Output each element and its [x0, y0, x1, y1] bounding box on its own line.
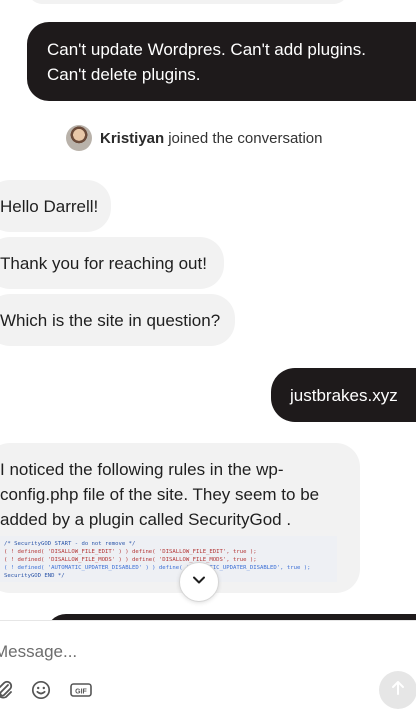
incoming-message: Hello Darrell!: [0, 180, 111, 232]
code-line: ( ! defined( 'AUTOMATIC_UPDATER_DISABLED…: [4, 565, 311, 571]
outgoing-message: justbrakes.xyz: [271, 368, 416, 422]
send-button[interactable]: [379, 671, 416, 709]
scroll-down-button[interactable]: [179, 562, 219, 602]
svg-text:GIF: GIF: [75, 688, 87, 695]
incoming-message: Thank you for reaching out!: [0, 237, 224, 289]
message-text: Can't update Wordpres. Can't add plugins…: [47, 40, 366, 84]
incoming-message: Which is the site in question?: [0, 294, 235, 346]
code-line: ( ! defined( 'DISALLOW_FILE_EDIT' ) ) de…: [4, 549, 257, 555]
code-line: SecurityGOD END */: [4, 573, 65, 579]
message-text: Thank you for reaching out!: [0, 254, 207, 273]
outgoing-message: Can't update Wordpres. Can't add plugins…: [27, 22, 416, 101]
message-composer: GIF: [0, 620, 416, 725]
message-text: justbrakes.xyz: [290, 386, 398, 405]
previous-message-stub: [28, 0, 348, 4]
incoming-message: I noticed the following rules in the wp-…: [0, 443, 360, 593]
chevron-down-icon: [192, 573, 206, 592]
code-screenshot[interactable]: /* SecurityGOD START - do not remove */ (…: [0, 536, 337, 582]
code-line: /* SecurityGOD START - do not remove */: [4, 541, 136, 547]
message-input[interactable]: [0, 637, 296, 667]
gif-icon[interactable]: GIF: [69, 677, 93, 703]
agent-name: Kristiyan: [100, 129, 165, 147]
code-line: ( ! defined( 'DISALLOW_FILE_MODS' ) ) de…: [4, 557, 257, 563]
send-arrow-icon: [389, 679, 407, 702]
message-text: Hello Darrell!: [0, 197, 99, 216]
join-notice: Kristiyan joined the conversation: [66, 124, 322, 152]
avatar: [66, 125, 92, 151]
join-text: joined the conversation: [168, 129, 323, 147]
message-text: I noticed the following rules in the wp-…: [0, 460, 320, 529]
paperclip-icon[interactable]: [0, 677, 14, 703]
emoji-icon[interactable]: [30, 677, 52, 703]
message-text: Which is the site in question?: [0, 311, 221, 330]
